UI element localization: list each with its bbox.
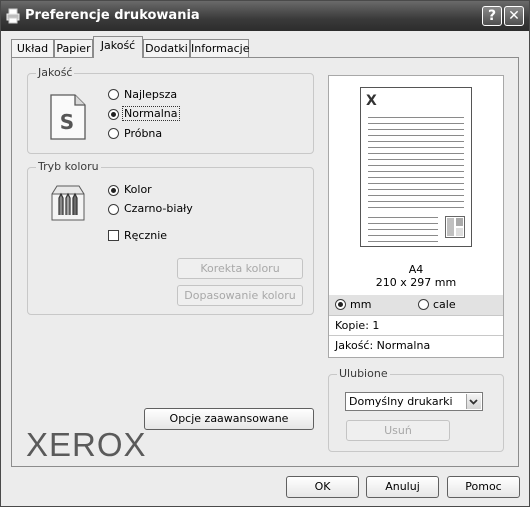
quality-normal-radio[interactable] (108, 109, 119, 120)
favorites-group-label: Ulubione (337, 367, 390, 380)
units-mm-label[interactable]: mm (350, 298, 371, 311)
xerox-logo: XEROX (26, 426, 147, 463)
quality-group-label: Jakość (36, 66, 75, 79)
cancel-button[interactable]: Anuluj (366, 476, 439, 498)
quality-group: Jakość S Najlepsza Normalna Próbna (27, 66, 314, 154)
units-mm-radio[interactable] (335, 299, 346, 310)
page-lines-short (368, 212, 438, 242)
paper-size-label: A4 (408, 263, 424, 276)
quality-normal-label[interactable]: Normalna (122, 106, 180, 121)
color-pencils-icon (51, 185, 85, 221)
units-row: mm cale (329, 295, 503, 315)
color-mode-group-label: Tryb koloru (36, 160, 101, 173)
tab-dodatki[interactable]: Dodatki (143, 39, 190, 57)
page-preview: X (360, 87, 472, 247)
quality-best-label[interactable]: Najlepsza (124, 88, 177, 101)
printer-icon (6, 8, 20, 24)
print-preferences-window: Preferencje drukowania ? ✕ Układ Papier … (0, 0, 530, 507)
quality-summary-label: Jakość: Normalna (335, 339, 431, 352)
color-matching-button[interactable]: Dopasowanie koloru (177, 285, 303, 306)
quality-draft-label[interactable]: Próbna (124, 127, 162, 140)
color-mode-group: Tryb koloru Kolor Czarno-biały Ręcznie K… (27, 160, 314, 315)
color-radio[interactable] (108, 185, 119, 196)
help-title-button[interactable]: ? (482, 6, 502, 26)
close-button[interactable]: ✕ (504, 6, 524, 26)
delete-favorite-button[interactable]: Usuń (346, 420, 450, 441)
divider (329, 335, 503, 336)
quality-draft-radio[interactable] (108, 128, 119, 139)
quality-best-radio[interactable] (108, 89, 119, 100)
tab-uklad[interactable]: Układ (11, 39, 54, 57)
tab-informacje[interactable]: Informacje (190, 39, 249, 57)
window-title: Preferencje drukowania (25, 8, 200, 23)
title-bar: Preferencje drukowania ? ✕ (1, 1, 529, 31)
quality-tab-panel: Jakość S Najlepsza Normalna Próbna Tryb … (11, 57, 519, 467)
document-letter: S (60, 110, 74, 134)
favorites-selected-value[interactable]: Domyślny drukarki (349, 395, 453, 408)
color-label[interactable]: Kolor (124, 183, 152, 196)
paper-dimensions-label: 210 x 297 mm (375, 276, 457, 289)
ok-button[interactable]: OK (286, 476, 359, 498)
manual-checkbox[interactable] (108, 230, 119, 241)
units-inch-radio[interactable] (418, 299, 429, 310)
manual-label[interactable]: Ręcznie (124, 229, 167, 242)
tab-papier[interactable]: Papier (54, 39, 93, 57)
grayscale-label[interactable]: Czarno-biały (124, 202, 193, 215)
favorites-dropdown[interactable]: Domyślny drukarki (345, 392, 483, 411)
favorites-group: Ulubione Domyślny drukarki Usuń (328, 367, 504, 452)
units-inch-label[interactable]: cale (433, 298, 456, 311)
preview-panel: X A4 210 x 297 mm mm cale Kopie: 1 Jakoś… (328, 75, 504, 358)
tab-jakosc[interactable]: Jakość (93, 36, 143, 58)
page-text-lines (368, 112, 464, 212)
divider (329, 315, 503, 316)
copies-label: Kopie: 1 (335, 319, 380, 332)
s-document-icon: S (50, 94, 86, 140)
layout-thumbnail-icon (445, 216, 465, 238)
page-letter: X (366, 93, 377, 109)
advanced-options-button[interactable]: Opcje zaawansowane (144, 408, 314, 430)
chevron-down-icon[interactable] (466, 394, 481, 409)
help-button[interactable]: Pomoc (447, 476, 520, 498)
color-correction-button[interactable]: Korekta koloru (177, 258, 303, 279)
grayscale-radio[interactable] (108, 204, 119, 215)
